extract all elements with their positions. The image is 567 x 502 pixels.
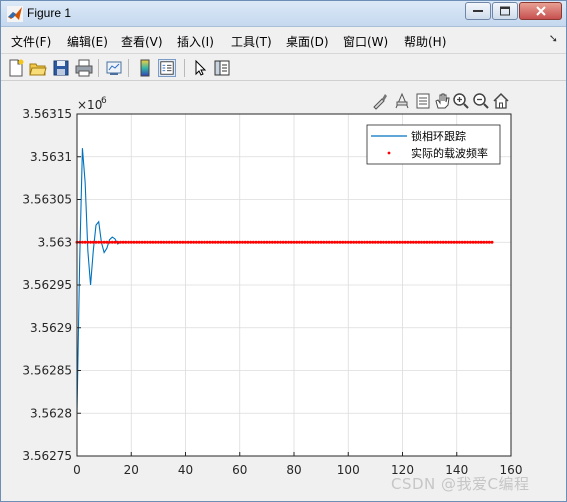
pointer-icon[interactable] [191, 59, 209, 77]
title-bar[interactable]: Figure 1 [1, 1, 566, 27]
window-title: Figure 1 [27, 6, 72, 20]
new-figure-icon[interactable] [7, 59, 25, 77]
menu-tools[interactable]: 工具(T) [231, 33, 272, 50]
link-plot-icon[interactable] [105, 59, 123, 77]
zoom-out-icon[interactable] [472, 92, 490, 110]
pan-icon[interactable] [433, 92, 451, 110]
rotate-icon[interactable] [414, 92, 432, 110]
close-icon [535, 6, 546, 16]
menu-view[interactable]: 查看(V) [121, 33, 163, 50]
minimize-icon [473, 10, 483, 12]
minimize-button[interactable] [465, 2, 491, 20]
insert-legend-icon[interactable] [158, 59, 176, 77]
menu-insert[interactable]: 插入(I) [177, 33, 214, 50]
close-button[interactable] [519, 2, 562, 20]
toolbar-separator [98, 59, 99, 77]
menu-desktop[interactable]: 桌面(D) [286, 33, 329, 50]
menu-file[interactable]: 文件(F) [11, 33, 51, 50]
watermark: CSDN @我爱C编程 [391, 475, 530, 493]
zoom-in-icon[interactable] [452, 92, 470, 110]
window-controls [464, 2, 562, 22]
menu-bar: 文件(F) 编辑(E) 查看(V) 插入(I) 工具(T) 桌面(D) 窗口(W… [1, 28, 566, 54]
figure-canvas [3, 83, 564, 501]
matlab-logo-icon [7, 6, 23, 22]
print-icon[interactable] [75, 59, 93, 77]
data-tips-icon[interactable] [393, 92, 411, 110]
maximize-icon [500, 6, 510, 16]
open-file-icon[interactable] [29, 59, 47, 77]
maximize-button[interactable] [492, 2, 518, 20]
brush-icon[interactable] [371, 92, 389, 110]
menu-window[interactable]: 窗口(W) [343, 33, 388, 50]
figure-toolbar [1, 55, 566, 81]
property-editor-icon[interactable] [213, 59, 231, 77]
menu-help[interactable]: 帮助(H) [404, 33, 446, 50]
save-icon[interactable] [52, 59, 70, 77]
home-icon[interactable] [492, 92, 510, 110]
toolbar-separator [184, 59, 185, 77]
figure-window: Figure 1 文件(F) 编辑(E) 查看(V) 插入(I) 工具(T) 桌… [0, 0, 567, 502]
toolbar-separator [128, 59, 129, 77]
menu-overflow-icon[interactable]: ➘ [549, 32, 558, 45]
insert-colorbar-icon[interactable] [136, 59, 154, 77]
menu-edit[interactable]: 编辑(E) [67, 33, 108, 50]
